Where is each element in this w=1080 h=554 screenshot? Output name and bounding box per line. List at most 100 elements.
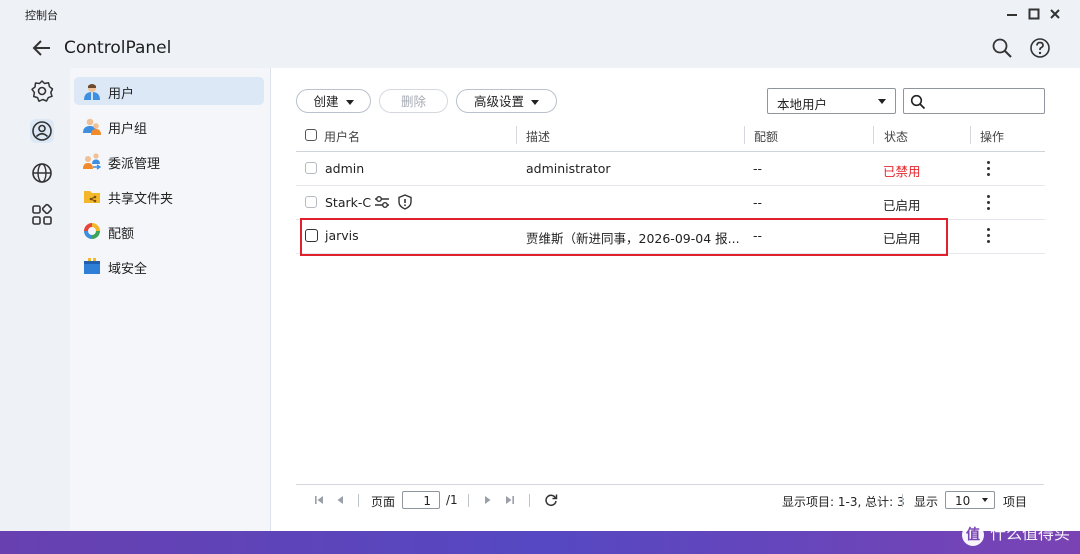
page-number-input[interactable]: 1 — [402, 491, 440, 509]
previous-page-icon[interactable] — [334, 494, 346, 506]
sidebar-item-delegation[interactable]: 委派管理 — [74, 147, 264, 175]
row-checkbox[interactable] — [305, 196, 317, 208]
network-globe-icon[interactable] — [29, 160, 55, 186]
table-row[interactable]: admin administrator -- 已禁用 — [296, 152, 1045, 185]
quota-icon — [83, 222, 101, 240]
page-size-select[interactable]: 10 — [945, 491, 995, 509]
sidebar-item-shared-folder[interactable]: 共享文件夹 — [74, 182, 264, 210]
pager-separator — [529, 494, 530, 507]
items-label: 项目 — [1003, 495, 1028, 509]
chevron-down-icon — [345, 100, 354, 105]
column-header-actions: 操作 — [980, 130, 1005, 144]
watermark: 值什么值得买 — [961, 520, 1070, 546]
user-scope-select[interactable]: 本地用户 — [767, 88, 896, 114]
page-size-value: 10 — [955, 494, 971, 508]
column-divider — [873, 126, 874, 144]
page-total: /1 — [446, 493, 458, 507]
row-status-enabled: 已启用 — [883, 198, 921, 213]
sidebar-item-quota[interactable]: 配额 — [74, 217, 264, 245]
delegation-icon — [83, 152, 102, 170]
row-description: administrator — [526, 161, 611, 176]
more-options-icon[interactable] — [986, 228, 990, 244]
app-header: ControlPanel — [0, 30, 1080, 68]
refresh-icon[interactable] — [544, 493, 558, 507]
user-group-icon — [83, 117, 101, 135]
column-header-description[interactable]: 描述 — [526, 128, 550, 145]
sidebar-item-label: 配额 — [108, 227, 135, 242]
title-bar: 控制台 — [0, 0, 1080, 30]
user-scope-value: 本地用户 — [777, 97, 828, 112]
pager-separator — [468, 494, 469, 507]
column-header-username[interactable]: 用户名 — [324, 128, 360, 145]
chevron-down-icon — [982, 498, 988, 502]
column-divider — [970, 126, 971, 144]
apps-grid-icon[interactable] — [29, 202, 55, 228]
desktop-background — [0, 531, 1080, 554]
row-quota: -- — [753, 195, 763, 210]
column-divider — [516, 126, 517, 144]
create-button[interactable]: 创建 — [296, 89, 371, 113]
more-options-icon[interactable] — [986, 195, 990, 211]
control-panel-window: 控制台 ControlPanel 用户 用户组 委派管理 共享文件夹 配额 域安… — [0, 0, 1080, 531]
column-header-quota[interactable]: 配额 — [754, 128, 778, 145]
row-status-disabled: 已禁用 — [883, 164, 921, 179]
advanced-settings-button[interactable]: 高级设置 — [456, 89, 557, 113]
back-arrow-icon[interactable] — [30, 36, 54, 60]
page-label: 页面 — [371, 495, 396, 509]
minimize-icon[interactable] — [1004, 6, 1020, 22]
shield-icon — [397, 194, 413, 210]
sidebar-item-user-groups[interactable]: 用户组 — [74, 112, 264, 140]
next-page-icon[interactable] — [482, 494, 494, 506]
search-input[interactable] — [903, 88, 1045, 114]
highlight-box — [300, 218, 948, 256]
icon-rail — [0, 68, 70, 531]
search-icon — [910, 94, 926, 110]
close-icon[interactable] — [1047, 6, 1063, 22]
sidebar-item-label: 用户 — [108, 87, 135, 102]
show-label: 显示 — [914, 495, 939, 509]
watermark-badge: 值 — [961, 523, 984, 546]
watermark-text: 什么值得买 — [989, 524, 1070, 543]
sidebar: 用户 用户组 委派管理 共享文件夹 配额 域安全 — [70, 68, 271, 531]
search-icon[interactable] — [991, 37, 1013, 59]
maximize-icon[interactable] — [1026, 6, 1042, 22]
user-icon — [83, 82, 101, 100]
chevron-down-icon — [878, 99, 886, 104]
items-summary: 显示项目: 1-3, 总计: 3 — [782, 495, 905, 509]
delete-button[interactable]: 删除 — [379, 89, 448, 113]
help-icon[interactable] — [1029, 37, 1051, 59]
app-name: ControlPanel — [64, 38, 172, 58]
main-panel: 创建 删除 高级设置 本地用户 用户名 描述 配额 状态 操作 admin ad… — [271, 68, 1080, 531]
pagination-bar: 页面 1 /1 显示项目: 1-3, 总计: 3 显示 10 项目 — [296, 484, 1044, 515]
row-username: admin — [325, 161, 365, 176]
column-header-status[interactable]: 状态 — [884, 128, 908, 145]
window-title: 控制台 — [25, 9, 58, 22]
advanced-settings-label: 高级设置 — [473, 94, 524, 109]
row-username: Stark-C — [325, 195, 372, 210]
shared-folder-icon — [83, 187, 101, 205]
domain-security-icon — [83, 257, 101, 275]
last-page-icon[interactable] — [504, 494, 516, 506]
column-divider — [744, 126, 745, 144]
sidebar-item-label: 委派管理 — [108, 157, 161, 172]
page-number-value: 1 — [423, 494, 431, 508]
sidebar-item-users[interactable]: 用户 — [74, 77, 264, 105]
create-button-label: 创建 — [313, 94, 339, 109]
sidebar-item-label: 共享文件夹 — [108, 192, 174, 207]
user-account-icon[interactable] — [29, 118, 55, 144]
more-options-icon[interactable] — [986, 161, 990, 177]
select-all-checkbox[interactable] — [305, 129, 317, 141]
row-quota: -- — [753, 161, 763, 176]
chevron-down-icon — [531, 100, 539, 105]
sidebar-item-label: 域安全 — [108, 262, 148, 277]
delete-button-label: 删除 — [400, 94, 426, 109]
row-checkbox[interactable] — [305, 162, 317, 174]
pager-separator — [902, 494, 903, 507]
sliders-settings-icon — [374, 194, 390, 210]
sidebar-item-domain-security[interactable]: 域安全 — [74, 252, 264, 280]
sidebar-item-label: 用户组 — [108, 122, 148, 137]
table-row[interactable]: Stark-C -- 已启用 — [296, 186, 1045, 219]
settings-gear-icon[interactable] — [29, 78, 55, 104]
first-page-icon[interactable] — [313, 494, 325, 506]
pager-separator — [358, 494, 359, 507]
